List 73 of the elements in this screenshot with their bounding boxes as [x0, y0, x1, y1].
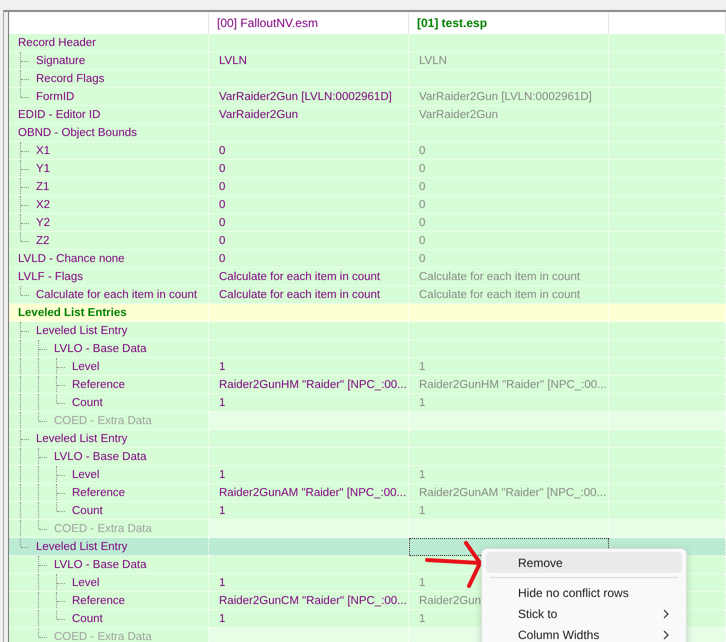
tree-cell[interactable]: LVLO - Base Data — [9, 448, 209, 466]
tree-cell[interactable]: Level — [9, 466, 209, 484]
tree-cell[interactable]: Reference — [9, 376, 209, 394]
tree-cell[interactable]: OBND - Object Bounds — [9, 124, 209, 142]
tree-cell[interactable]: Signature — [9, 52, 209, 70]
tree-cell[interactable]: Level — [9, 574, 209, 592]
table-cell: 1 — [209, 574, 409, 592]
table-cell: Calculate for each item in count — [409, 268, 609, 286]
table-cell: 1 — [209, 466, 409, 484]
table-cell: 0 — [409, 250, 609, 268]
tree-cell[interactable]: Record Flags — [9, 70, 209, 88]
table-cell: 0 — [209, 214, 409, 232]
menu-item[interactable]: Remove — [486, 552, 682, 573]
table-cell: 0 — [409, 160, 609, 178]
tree-cell[interactable]: LVLD - Chance none — [9, 250, 209, 268]
table-cell: 1 — [409, 502, 609, 520]
tree-cell[interactable]: Reference — [9, 484, 209, 502]
table-cell: 1 — [209, 502, 409, 520]
table-cell: 0 — [209, 232, 409, 250]
table-cell: 1 — [409, 394, 609, 412]
tree-cell[interactable]: Calculate for each item in count — [9, 286, 209, 304]
tree-cell[interactable]: Record Header — [9, 34, 209, 52]
table-cell: Calculate for each item in count — [209, 286, 409, 304]
tree-cell[interactable]: Leveled List Entry — [9, 538, 209, 556]
table-cell: VarRaider2Gun [LVLN:0002961D] — [409, 88, 609, 106]
tree-cell[interactable]: Y1 — [9, 160, 209, 178]
tree-cell[interactable]: X2 — [9, 196, 209, 214]
table-cell: 0 — [209, 160, 409, 178]
tree-cell[interactable]: LVLO - Base Data — [9, 340, 209, 358]
tree-cell[interactable]: X1 — [9, 142, 209, 160]
tree-cell[interactable]: Count — [9, 502, 209, 520]
table-cell: 0 — [409, 232, 609, 250]
table-cell: 0 — [209, 196, 409, 214]
table-cell: Raider2GunHM "Raider" [NPC_:00... — [209, 376, 409, 394]
table-cell: Calculate for each item in count — [209, 268, 409, 286]
table-cell: 0 — [209, 142, 409, 160]
table-cell: 1 — [409, 466, 609, 484]
table-cell: 1 — [209, 610, 409, 628]
table-cell: VarRaider2Gun [LVLN:0002961D] — [209, 88, 409, 106]
table-cell: 0 — [209, 178, 409, 196]
tree-cell[interactable]: LVLO - Base Data — [9, 556, 209, 574]
table-cell: Raider2GunAM "Raider" [NPC_:00... — [409, 484, 609, 502]
table-cell: 0 — [209, 250, 409, 268]
table-cell: Calculate for each item in count — [409, 286, 609, 304]
tree-cell[interactable]: LVLF - Flags — [9, 268, 209, 286]
tree-cell[interactable]: Z2 — [9, 232, 209, 250]
table-cell: Raider2GunHM "Raider" [NPC_:00... — [409, 376, 609, 394]
tree-cell[interactable]: Leveled List Entry — [9, 322, 209, 340]
table-cell: LVLN — [409, 52, 609, 70]
tree-cell[interactable]: Reference — [9, 592, 209, 610]
table-cell: 1 — [209, 358, 409, 376]
table-cell: LVLN — [209, 52, 409, 70]
table-cell: 0 — [409, 196, 609, 214]
table-cell: VarRaider2Gun — [409, 106, 609, 124]
tree-cell[interactable]: Y2 — [9, 214, 209, 232]
table-cell: Raider2GunAM "Raider" [NPC_:00... — [209, 484, 409, 502]
table-cell: 0 — [409, 214, 609, 232]
tree-cell[interactable]: Leveled List Entry — [9, 430, 209, 448]
table-cell: 1 — [209, 394, 409, 412]
table-cell: VarRaider2Gun — [209, 106, 409, 124]
chevron-right-icon — [662, 630, 670, 640]
tree-cell[interactable]: Leveled List Entries — [9, 304, 209, 322]
table-cell: Raider2GunCM "Raider" [NPC_:00... — [209, 592, 409, 610]
table-cell: 0 — [409, 178, 609, 196]
table-cell: 1 — [409, 358, 609, 376]
chevron-right-icon — [662, 608, 670, 618]
tree-cell[interactable]: Count — [9, 610, 209, 628]
table-cell: 0 — [409, 142, 609, 160]
tree-cell[interactable]: FormID — [9, 88, 209, 106]
tree-cell[interactable]: EDID - Editor ID — [9, 106, 209, 124]
tree-cell[interactable]: Level — [9, 358, 209, 376]
tree-cell[interactable]: Z1 — [9, 178, 209, 196]
tree-cell[interactable]: Count — [9, 394, 209, 412]
